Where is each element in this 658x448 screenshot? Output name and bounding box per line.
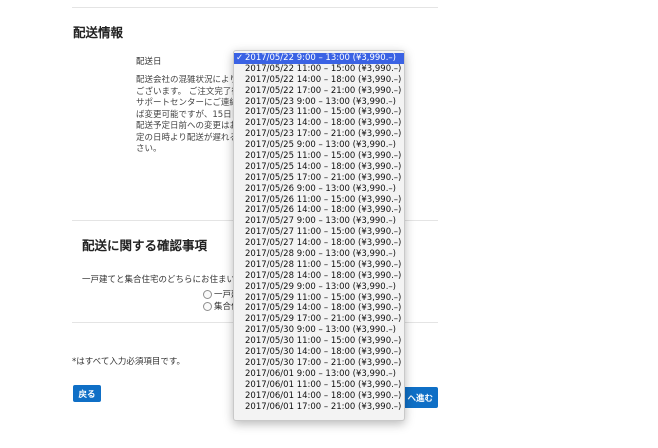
radio-button[interactable]: [203, 289, 212, 299]
delivery-date-option[interactable]: 2017/05/25 17:00 – 21:00 (¥3,990.–): [234, 173, 404, 184]
option-label: 2017/06/01 11:00 – 15:00 (¥3,990.–): [245, 379, 402, 390]
delivery-info-heading: 配送情報: [73, 25, 124, 40]
option-label: 2017/05/23 11:00 – 15:00 (¥3,990.–): [245, 107, 402, 118]
option-label: 2017/05/23 17:00 – 21:00 (¥3,990.–): [245, 129, 402, 140]
checkmark-icon: ✓: [236, 53, 244, 63]
delivery-date-option[interactable]: 2017/05/29 11:00 – 15:00 (¥3,990.–): [234, 293, 404, 304]
option-label: 2017/05/30 9:00 – 13:00 (¥3,990.–): [245, 325, 396, 336]
option-label: 2017/05/27 9:00 – 13:00 (¥3,990.–): [245, 216, 396, 227]
option-label: 2017/05/27 14:00 – 18:00 (¥3,990.–): [245, 238, 402, 249]
delivery-date-dropdown[interactable]: ✓ 2017/05/22 9:00 – 13:00 (¥3,990.–) 2017/…: [233, 50, 405, 421]
option-label: 2017/05/22 17:00 – 21:00 (¥3,990.–): [245, 85, 402, 96]
delivery-date-option[interactable]: 2017/05/25 9:00 – 13:00 (¥3,990.–): [234, 140, 404, 151]
option-label: 2017/05/28 9:00 – 13:00 (¥3,990.–): [245, 249, 396, 260]
radio-button[interactable]: [203, 301, 212, 311]
delivery-date-option[interactable]: 2017/05/28 11:00 – 15:00 (¥3,990.–): [234, 260, 404, 271]
option-label: 2017/05/25 17:00 – 21:00 (¥3,990.–): [245, 172, 402, 183]
delivery-date-option[interactable]: ✓ 2017/05/22 9:00 – 13:00 (¥3,990.–): [234, 53, 404, 64]
delivery-date-option[interactable]: 2017/05/28 14:00 – 18:00 (¥3,990.–): [234, 271, 404, 282]
option-label: 2017/05/27 11:00 – 15:00 (¥3,990.–): [245, 227, 402, 238]
description-line: 配送会社の混雑状況により、: [136, 75, 236, 85]
option-label: 2017/05/30 17:00 – 21:00 (¥3,990.–): [245, 357, 402, 368]
delivery-date-option[interactable]: 2017/05/29 9:00 – 13:00 (¥3,990.–): [234, 282, 404, 293]
delivery-date-option[interactable]: 2017/05/23 14:00 – 18:00 (¥3,990.–): [234, 118, 404, 129]
delivery-date-option[interactable]: 2017/05/23 17:00 – 21:00 (¥3,990.–): [234, 129, 404, 140]
option-label: 2017/05/25 11:00 – 15:00 (¥3,990.–): [245, 151, 402, 162]
option-label: 2017/05/28 14:00 – 18:00 (¥3,990.–): [245, 270, 402, 281]
option-label: 2017/05/26 9:00 – 13:00 (¥3,990.–): [245, 183, 396, 194]
delivery-description: 配送会社の混雑状況により、 ございます。 ご注文完了後の サポートセンターにご連…: [136, 75, 236, 156]
option-label: 2017/05/30 11:00 – 15:00 (¥3,990.–): [245, 336, 402, 347]
delivery-date-option[interactable]: 2017/05/23 11:00 – 15:00 (¥3,990.–): [234, 107, 404, 118]
option-label: 2017/05/23 14:00 – 18:00 (¥3,990.–): [245, 118, 402, 129]
delivery-date-option[interactable]: 2017/05/26 11:00 – 15:00 (¥3,990.–): [234, 195, 404, 206]
delivery-date-option[interactable]: 2017/05/26 14:00 – 18:00 (¥3,990.–): [234, 205, 404, 216]
option-label: 2017/05/28 11:00 – 15:00 (¥3,990.–): [245, 259, 402, 270]
description-line: サポートセンターにご連絡く: [136, 98, 236, 108]
delivery-date-option[interactable]: 2017/06/01 17:00 – 21:00 (¥3,990.–): [234, 402, 404, 413]
option-label: 2017/05/22 14:00 – 18:00 (¥3,990.–): [245, 74, 402, 85]
option-label: 2017/05/22 11:00 – 15:00 (¥3,990.–): [245, 63, 402, 74]
residence-question: 一戸建てと集合住宅のどちらにお住まいです: [82, 275, 234, 285]
delivery-date-option[interactable]: 2017/06/01 9:00 – 13:00 (¥3,990.–): [234, 369, 404, 380]
description-line: ございます。 ご注文完了後の: [136, 86, 236, 97]
delivery-date-option[interactable]: 2017/05/23 9:00 – 13:00 (¥3,990.–): [234, 97, 404, 108]
description-line: さい。: [136, 144, 162, 154]
delivery-date-option[interactable]: 2017/06/01 11:00 – 15:00 (¥3,990.–): [234, 380, 404, 391]
description-line: 定の日時より配送が遅れる場: [136, 132, 236, 143]
delivery-date-option[interactable]: 2017/06/01 14:00 – 18:00 (¥3,990.–): [234, 391, 404, 402]
required-note: *はすべて入力必須項目です。: [72, 357, 185, 367]
option-label: 2017/06/01 14:00 – 18:00 (¥3,990.–): [245, 390, 402, 401]
delivery-date-option[interactable]: 2017/05/27 11:00 – 15:00 (¥3,990.–): [234, 227, 404, 238]
description-line: 配送予定日前への変更はお受: [136, 121, 236, 131]
delivery-date-option[interactable]: 2017/05/26 9:00 – 13:00 (¥3,990.–): [234, 184, 404, 195]
option-label: 2017/05/25 9:00 – 13:00 (¥3,990.–): [245, 140, 396, 151]
option-label: 2017/05/29 9:00 – 13:00 (¥3,990.–): [245, 281, 396, 292]
option-label: 2017/05/29 14:00 – 18:00 (¥3,990.–): [245, 303, 402, 314]
delivery-date-option[interactable]: 2017/05/29 17:00 – 21:00 (¥3,990.–): [234, 314, 404, 325]
delivery-date-option[interactable]: 2017/05/22 11:00 – 15:00 (¥3,990.–): [234, 64, 404, 75]
option-label: 2017/05/22 9:00 – 13:00 (¥3,990.–): [245, 53, 396, 63]
option-label: 2017/05/29 17:00 – 21:00 (¥3,990.–): [245, 314, 402, 325]
delivery-date-option[interactable]: 2017/05/30 17:00 – 21:00 (¥3,990.–): [234, 358, 404, 369]
description-line: ば変更可能ですが、15日目お: [136, 109, 236, 120]
delivery-date-option[interactable]: 2017/05/29 14:00 – 18:00 (¥3,990.–): [234, 303, 404, 314]
delivery-date-label: 配送日: [136, 57, 162, 67]
option-label: 2017/05/25 14:00 – 18:00 (¥3,990.–): [245, 161, 402, 172]
option-label: 2017/05/23 9:00 – 13:00 (¥3,990.–): [245, 96, 396, 107]
delivery-date-option[interactable]: 2017/05/25 11:00 – 15:00 (¥3,990.–): [234, 151, 404, 162]
option-label: 2017/05/30 14:00 – 18:00 (¥3,990.–): [245, 347, 402, 358]
delivery-date-option[interactable]: 2017/05/30 9:00 – 13:00 (¥3,990.–): [234, 325, 404, 336]
delivery-date-option[interactable]: 2017/05/28 9:00 – 13:00 (¥3,990.–): [234, 249, 404, 260]
option-label: 2017/05/26 11:00 – 15:00 (¥3,990.–): [245, 194, 402, 205]
delivery-date-option[interactable]: 2017/05/22 17:00 – 21:00 (¥3,990.–): [234, 86, 404, 97]
delivery-date-option[interactable]: 2017/05/30 11:00 – 15:00 (¥3,990.–): [234, 336, 404, 347]
option-label: 2017/05/29 11:00 – 15:00 (¥3,990.–): [245, 292, 402, 303]
delivery-date-option[interactable]: 2017/05/27 9:00 – 13:00 (¥3,990.–): [234, 216, 404, 227]
delivery-date-option[interactable]: 2017/05/30 14:00 – 18:00 (¥3,990.–): [234, 347, 404, 358]
option-label: 2017/06/01 9:00 – 13:00 (¥3,990.–): [245, 368, 396, 379]
option-label: 2017/05/26 14:00 – 18:00 (¥3,990.–): [245, 205, 402, 216]
confirmation-heading: 配送に関する確認事項: [82, 238, 208, 253]
delivery-date-option[interactable]: 2017/05/25 14:00 – 18:00 (¥3,990.–): [234, 162, 404, 173]
delivery-date-option[interactable]: 2017/05/27 14:00 – 18:00 (¥3,990.–): [234, 238, 404, 249]
top-divider: [72, 7, 438, 8]
option-label: 2017/06/01 17:00 – 21:00 (¥3,990.–): [245, 401, 402, 412]
delivery-date-option[interactable]: 2017/05/22 14:00 – 18:00 (¥3,990.–): [234, 75, 404, 86]
back-button[interactable]: 戻る: [73, 385, 101, 402]
